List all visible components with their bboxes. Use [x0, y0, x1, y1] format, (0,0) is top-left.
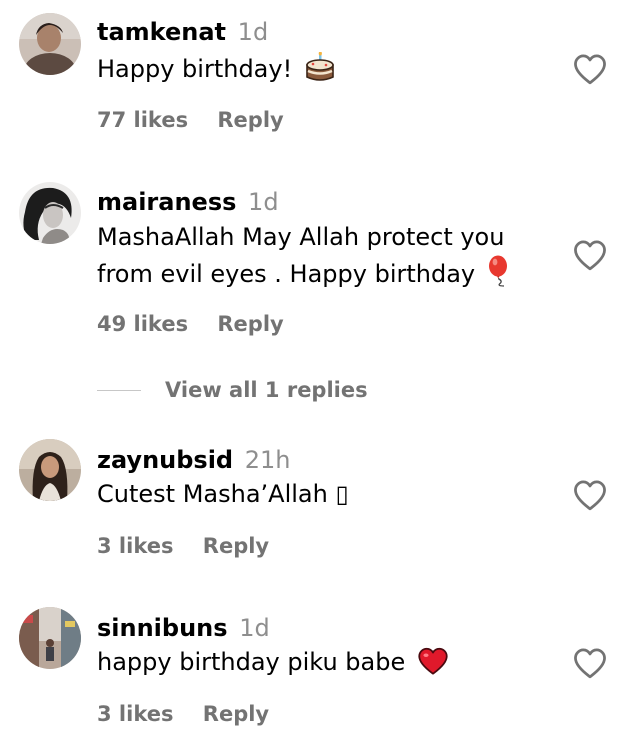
comment-meta: 77 likes Reply — [97, 106, 284, 134]
like-count[interactable]: 49 likes — [97, 312, 188, 336]
comment-text-content: Happy birthday! — [97, 55, 300, 83]
comment-item: tamkenat 1d Happy birthday! 77 likes Rep… — [0, 0, 634, 150]
divider-line — [97, 390, 141, 391]
balloon-emoji-icon — [487, 255, 511, 297]
username[interactable]: tamkenat — [97, 18, 226, 46]
timestamp: 1d — [248, 188, 279, 216]
comment-text-line: MashaAllah May Allah protect you — [97, 223, 505, 251]
view-replies-label: View all 1 replies — [165, 378, 368, 402]
like-count[interactable]: 3 likes — [97, 534, 173, 558]
avatar[interactable] — [19, 439, 81, 501]
avatar[interactable] — [19, 182, 81, 244]
comment-meta: 3 likes Reply — [97, 700, 269, 728]
reply-button[interactable]: Reply — [217, 108, 283, 132]
comment-header: mairaness 1d — [97, 187, 279, 217]
reply-button[interactable]: Reply — [217, 312, 283, 336]
comment-text-line: from evil eyes . Happy birthday — [97, 255, 537, 297]
avatar[interactable] — [19, 607, 81, 669]
comment-text: Happy birthday! — [97, 51, 537, 92]
comment-text-content: happy birthday piku babe — [97, 648, 413, 676]
comment-item: sinnibuns 1d happy birthday piku babe 3 … — [0, 596, 634, 736]
like-count[interactable]: 77 likes — [97, 108, 188, 132]
red-heart-emoji-icon — [417, 647, 449, 685]
username[interactable]: sinnibuns — [97, 614, 228, 642]
timestamp: 1d — [239, 614, 270, 642]
comment-item: zaynubsid 21h Cutest Masha’Allah ▯ 3 lik… — [0, 428, 634, 578]
comment-header: tamkenat 1d — [97, 17, 268, 47]
heart-icon[interactable] — [572, 239, 608, 271]
username[interactable]: mairaness — [97, 188, 236, 216]
comment-text: MashaAllah May Allah protect you from ev… — [97, 220, 537, 297]
avatar[interactable] — [19, 13, 81, 75]
timestamp: 1d — [237, 18, 269, 46]
comment-item: mairaness 1d MashaAllah May Allah protec… — [0, 170, 634, 350]
comment-meta: 49 likes Reply — [97, 310, 284, 338]
heart-icon[interactable] — [572, 479, 608, 511]
comment-header: zaynubsid 21h — [97, 445, 291, 475]
heart-icon[interactable] — [572, 53, 608, 85]
birthday-cake-emoji-icon — [304, 51, 336, 92]
comment-text-content: from evil eyes . Happy birthday — [97, 260, 483, 288]
heart-icon[interactable] — [572, 647, 608, 679]
username[interactable]: zaynubsid — [97, 446, 233, 474]
reply-button[interactable]: Reply — [203, 702, 269, 726]
comment-text: happy birthday piku babe — [97, 645, 537, 685]
comment-header: sinnibuns 1d — [97, 613, 270, 643]
comment-meta: 3 likes Reply — [97, 532, 269, 560]
timestamp: 21h — [244, 446, 291, 474]
comment-text: Cutest Masha’Allah ▯ — [97, 477, 537, 512]
like-count[interactable]: 3 likes — [97, 702, 173, 726]
reply-button[interactable]: Reply — [203, 534, 269, 558]
comment-text-content: Cutest Masha’Allah ▯ — [97, 480, 349, 508]
